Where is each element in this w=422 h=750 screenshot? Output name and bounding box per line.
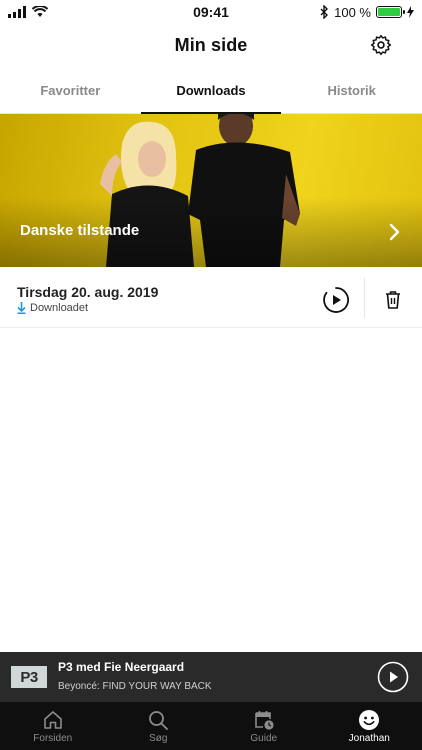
status-time: 09:41: [193, 4, 229, 20]
bottom-tab-bar: Forsiden Søg Guide Jonathan: [0, 702, 422, 750]
download-status: Downloadet: [17, 302, 88, 314]
delete-button[interactable]: [384, 290, 402, 310]
page-title: Min side: [174, 34, 248, 55]
settings-button[interactable]: [368, 32, 394, 58]
player-title: P3 med Fie Neergaard: [58, 660, 185, 674]
tab-favoritter[interactable]: Favoritter: [0, 72, 141, 113]
nav-jonathan[interactable]: Jonathan: [317, 702, 422, 750]
smiley-icon: [359, 710, 380, 730]
nav-label-forsiden: Forsiden: [33, 733, 73, 744]
download-arrow-icon: [17, 302, 26, 314]
tab-historik[interactable]: Historik: [281, 72, 422, 113]
nav-label-jonathan: Jonathan: [348, 733, 390, 744]
player-subtitle: Beyoncé: FIND YOUR WAY BACK: [58, 681, 212, 692]
nav-label-soeg: Søg: [149, 733, 168, 744]
row-divider: [364, 278, 365, 318]
mini-player[interactable]: P3 P3 med Fie Neergaard Beyoncé: FIND YO…: [0, 652, 422, 702]
nav-guide[interactable]: Guide: [211, 702, 317, 750]
download-status-label: Downloadet: [30, 302, 89, 314]
nav-label-guide: Guide: [250, 733, 278, 744]
gear-icon: [370, 34, 392, 56]
status-bar: 09:41 100 %: [0, 0, 422, 24]
play-button[interactable]: [322, 286, 350, 314]
tab-downloads[interactable]: Downloads: [140, 72, 282, 114]
search-icon: [149, 711, 169, 730]
calendar-clock-icon: [254, 711, 274, 730]
nav-soeg[interactable]: Søg: [106, 702, 212, 750]
banner-title: Danske tilstande: [20, 222, 140, 239]
home-icon: [43, 711, 62, 729]
player-play-button[interactable]: [377, 661, 409, 693]
tab-bar-top: Favoritter Downloads Historik: [0, 72, 422, 114]
battery-icon: [376, 6, 405, 18]
nav-forsiden[interactable]: Forsiden: [0, 702, 106, 750]
podcast-banner[interactable]: Danske tilstande: [0, 114, 422, 267]
episode-date: Tirsdag 20. aug. 2019: [17, 284, 159, 300]
download-item[interactable]: Tirsdag 20. aug. 2019 Downloadet: [0, 268, 422, 328]
header: Min side: [0, 24, 422, 66]
p3-logo: P3: [11, 666, 47, 688]
chevron-right-icon: [389, 223, 400, 241]
